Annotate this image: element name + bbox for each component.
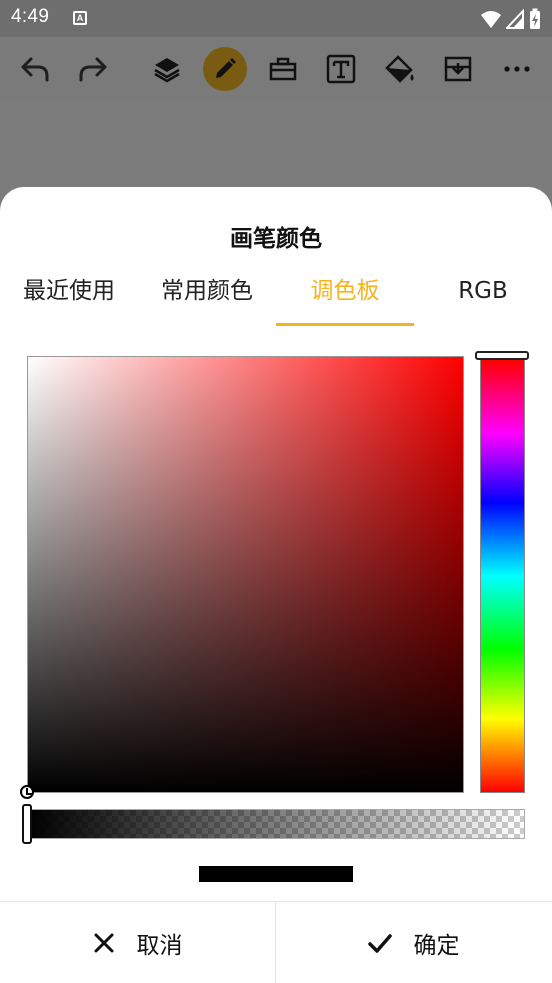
pencil-button[interactable] (203, 47, 247, 91)
check-icon (367, 934, 392, 953)
saturation-value-handle[interactable] (20, 785, 34, 799)
fill-bucket-icon (385, 55, 414, 83)
status-icons (480, 8, 542, 30)
close-icon (94, 933, 113, 953)
more-icon (504, 66, 530, 72)
alpha-slider-handle[interactable] (22, 804, 32, 844)
tab-indicator (276, 323, 414, 326)
text-icon (326, 54, 356, 84)
pencil-icon (216, 58, 236, 78)
redo-icon (79, 57, 107, 82)
layers-button[interactable] (145, 47, 189, 91)
alpha-slider[interactable] (27, 809, 525, 839)
confirm-label: 确定 (413, 933, 460, 959)
cancel-label: 取消 (136, 933, 183, 959)
brush-color-dialog: 画笔颜色 最近使用 常用颜色 调色板 RGB 取消 确定 (0, 187, 552, 983)
toolbar (0, 37, 552, 100)
tab-palette[interactable]: 调色板 (276, 271, 414, 329)
dialog-actions: 取消 确定 (0, 901, 552, 983)
saturation-value-picker[interactable] (27, 356, 464, 793)
tab-bar: 最近使用 常用颜色 调色板 RGB (0, 271, 552, 329)
undo-button[interactable] (13, 47, 57, 91)
layers-icon (154, 58, 180, 83)
signal-icon (506, 9, 524, 29)
notification-icon: A (73, 11, 87, 25)
dialog-title: 画笔颜色 (230, 226, 322, 252)
tab-rgb[interactable]: RGB (414, 271, 552, 329)
save-button[interactable] (436, 47, 480, 91)
toolbox-icon (269, 57, 297, 81)
hue-slider[interactable] (480, 359, 525, 793)
status-bar: 4:49 A (0, 0, 552, 37)
selected-color-preview (199, 866, 353, 882)
hue-slider-handle[interactable] (475, 351, 529, 360)
more-button[interactable] (495, 47, 539, 91)
tab-recent[interactable]: 最近使用 (0, 271, 138, 329)
redo-button[interactable] (71, 47, 115, 91)
wifi-icon (481, 11, 501, 28)
fill-bucket-button[interactable] (378, 47, 422, 91)
undo-icon (21, 57, 49, 82)
save-icon (444, 56, 472, 82)
tab-common-colors[interactable]: 常用颜色 (138, 271, 276, 329)
battery-icon (530, 8, 540, 29)
text-button[interactable] (319, 47, 363, 91)
confirm-button[interactable]: 确定 (276, 902, 551, 983)
cancel-button[interactable]: 取消 (0, 902, 275, 983)
status-time: 4:49 (11, 6, 50, 27)
toolbox-button[interactable] (261, 47, 305, 91)
